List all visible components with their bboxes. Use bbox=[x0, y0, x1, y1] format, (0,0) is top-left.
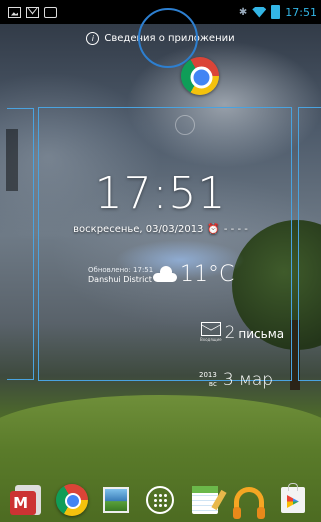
photo-icon bbox=[8, 6, 21, 18]
all-apps-icon bbox=[146, 486, 175, 514]
music-icon bbox=[232, 487, 265, 519]
dock-play-store[interactable] bbox=[276, 483, 310, 517]
home-panel-left[interactable] bbox=[6, 108, 34, 380]
weather-temperature[interactable]: 11°C bbox=[180, 262, 234, 287]
dock-email-app[interactable] bbox=[10, 483, 45, 517]
mail-label: письма bbox=[238, 327, 285, 341]
dock-music[interactable] bbox=[232, 483, 266, 519]
dock-gallery[interactable] bbox=[99, 483, 133, 517]
chrome-icon[interactable] bbox=[181, 57, 219, 95]
home-panel-right[interactable] bbox=[298, 107, 321, 381]
calendar-widget[interactable]: 2013 вс 3 мар bbox=[199, 370, 273, 390]
dock-all-apps[interactable] bbox=[143, 483, 177, 517]
dock-notes[interactable] bbox=[188, 483, 222, 517]
weather-location-name: Danshui District bbox=[88, 275, 152, 284]
play-store-icon bbox=[280, 483, 305, 513]
wifi-icon bbox=[252, 6, 267, 18]
battery-icon bbox=[271, 5, 281, 19]
calendar-date: 3 мар bbox=[222, 370, 274, 390]
panel-drop-indicator bbox=[175, 115, 195, 135]
mail-widget[interactable]: Входящие 2 письма bbox=[200, 322, 284, 342]
status-time: 17:51 bbox=[285, 5, 317, 19]
cloud-icon bbox=[153, 266, 177, 282]
info-icon: i bbox=[86, 31, 100, 45]
envelope-icon bbox=[200, 322, 221, 336]
mail-caption: Входящие bbox=[200, 337, 222, 342]
dock-chrome[interactable] bbox=[55, 483, 89, 517]
mail-count: 2 bbox=[224, 323, 236, 343]
gmail-icon bbox=[26, 6, 39, 18]
alarm-icon: ⏰ bbox=[207, 224, 220, 235]
weather-updated: Обновлено: 17:51 bbox=[88, 266, 154, 274]
play-store-icon bbox=[44, 6, 57, 18]
email-app-icon bbox=[10, 485, 42, 515]
bluetooth-icon: ✱ bbox=[238, 6, 248, 18]
weather-location[interactable]: Обновлено: 17:51 Danshui District bbox=[88, 266, 158, 284]
gallery-icon bbox=[103, 487, 130, 513]
chrome-icon bbox=[56, 484, 89, 516]
clock-date: воскресенье, 03/03/2013 bbox=[73, 224, 204, 235]
calendar-weekday: вс bbox=[208, 380, 217, 388]
notes-icon bbox=[191, 486, 218, 514]
calendar-year: 2013 bbox=[199, 371, 217, 379]
alarm-time: - - - - bbox=[223, 224, 248, 235]
clock-time[interactable]: 17:51 bbox=[0, 168, 321, 219]
clock-date-row[interactable]: воскресенье, 03/03/2013 ⏰ - - - - bbox=[0, 224, 321, 235]
dock bbox=[0, 478, 321, 522]
